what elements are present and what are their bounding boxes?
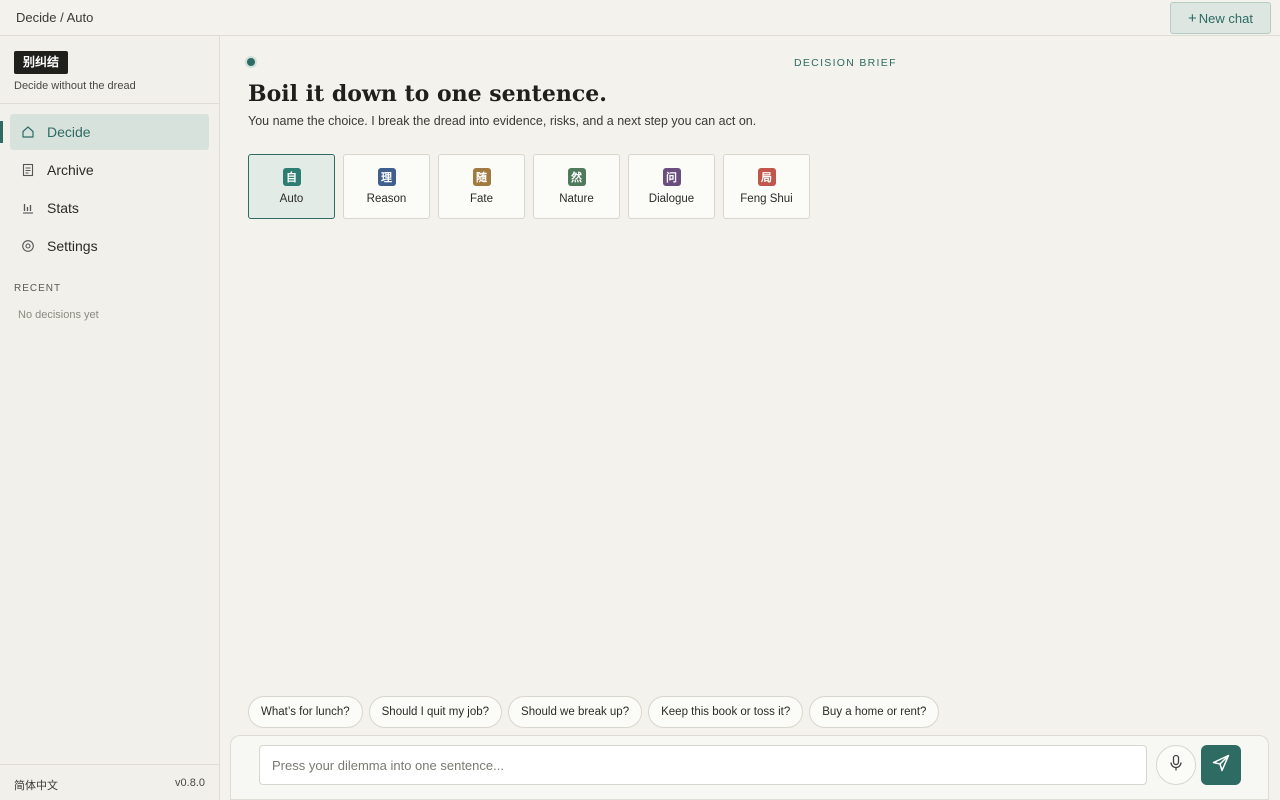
mode-label: Fate	[469, 193, 493, 205]
status-dot	[247, 58, 255, 66]
mode-nature[interactable]: 然 Nature	[533, 154, 620, 219]
microphone-icon	[1168, 754, 1184, 777]
sidebar-item-label: Stats	[47, 200, 79, 216]
sidebar-item-archive[interactable]: Archive	[10, 152, 209, 188]
reason-glyph-icon: 理	[377, 168, 396, 186]
brand-logo: 别纠结	[14, 51, 69, 74]
home-icon	[21, 125, 35, 139]
mode-label: Nature	[559, 193, 594, 205]
brand-tagline: Decide without the dread	[14, 80, 136, 92]
composer	[230, 735, 1269, 800]
fate-glyph-icon: 随	[472, 168, 491, 186]
suggestion-chip[interactable]: Buy a home or rent?	[809, 696, 940, 728]
mode-auto[interactable]: 自 Auto	[248, 154, 335, 219]
language-switch[interactable]: 简体中文	[14, 777, 58, 793]
decision-brief-label: DECISION BRIEF	[794, 57, 897, 69]
suggestion-chip[interactable]: What’s for lunch?	[248, 696, 363, 728]
send-button[interactable]	[1201, 745, 1241, 785]
new-chat-label: New chat	[1198, 10, 1253, 26]
sidebar: 别纠结 Decide without the dread Decide Arch…	[0, 36, 220, 800]
plus-icon: +	[1188, 9, 1197, 27]
auto-glyph-icon: 自	[282, 168, 301, 186]
suggestion-chip[interactable]: Should we break up?	[508, 696, 643, 728]
mode-reason[interactable]: 理 Reason	[343, 154, 430, 219]
mode-label: Auto	[279, 193, 304, 205]
sidebar-item-label: Settings	[47, 238, 98, 254]
sidebar-nav: Decide Archive Stats Settings	[10, 114, 209, 266]
sidebar-divider	[0, 103, 219, 104]
main-panel: DECISION BRIEF Boil it down to one sente…	[220, 36, 1280, 800]
sidebar-item-label: Archive	[47, 162, 94, 178]
recent-empty-state: No decisions yet	[18, 309, 99, 321]
dialogue-glyph-icon: 问	[662, 168, 681, 186]
mode-label: Dialogue	[648, 193, 695, 205]
mode-feng-shui[interactable]: 局 Feng Shui	[723, 154, 810, 219]
nature-glyph-icon: 然	[567, 168, 586, 186]
sidebar-item-settings[interactable]: Settings	[10, 228, 209, 264]
sidebar-item-decide[interactable]: Decide	[10, 114, 209, 150]
mode-selector: 自 Auto 理 Reason 随 Fate 然 Nature 问 Dialog…	[248, 154, 810, 219]
new-chat-button[interactable]: + New chat	[1170, 2, 1271, 34]
brand: 别纠结 Decide without the dread	[14, 51, 136, 92]
feng-shui-glyph-icon: 局	[757, 168, 776, 186]
recent-heading: RECENT	[14, 283, 62, 294]
active-nav-indicator	[0, 121, 3, 143]
mode-label: Reason	[366, 193, 407, 205]
suggestion-chips: What’s for lunch? Should I quit my job? …	[248, 696, 940, 728]
breadcrumb: Decide / Auto	[16, 10, 94, 25]
document-icon	[21, 163, 35, 177]
dilemma-input[interactable]	[259, 745, 1147, 785]
sidebar-footer: 简体中文 v0.8.0	[0, 764, 219, 800]
suggestion-chip[interactable]: Should I quit my job?	[368, 696, 503, 728]
page-subtitle: You name the choice. I break the dread i…	[248, 114, 757, 128]
suggestion-chip[interactable]: Keep this book or toss it?	[648, 696, 804, 728]
sidebar-item-label: Decide	[47, 124, 91, 140]
gear-icon	[21, 239, 35, 253]
version-label: v0.8.0	[175, 777, 205, 789]
bar-chart-icon	[21, 201, 35, 215]
mode-label: Feng Shui	[740, 193, 793, 205]
top-bar: Decide / Auto + New chat	[0, 0, 1280, 36]
mode-dialogue[interactable]: 问 Dialogue	[628, 154, 715, 219]
send-icon	[1211, 753, 1231, 778]
mode-fate[interactable]: 随 Fate	[438, 154, 525, 219]
sidebar-item-stats[interactable]: Stats	[10, 190, 209, 226]
voice-input-button[interactable]	[1156, 745, 1196, 785]
page-title: Boil it down to one sentence.	[248, 81, 607, 107]
